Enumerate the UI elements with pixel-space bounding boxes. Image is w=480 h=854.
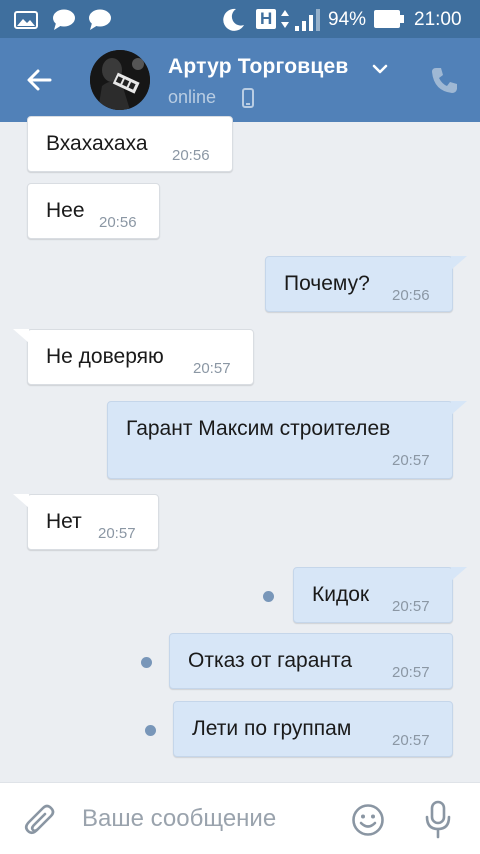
message-time: 20:57 xyxy=(98,525,136,542)
message-input[interactable] xyxy=(82,803,332,835)
mobile-device-icon xyxy=(242,88,254,113)
network-letter: H xyxy=(260,9,273,28)
microphone-icon[interactable] xyxy=(425,800,451,845)
avatar[interactable] xyxy=(90,50,150,110)
message-time: 20:57 xyxy=(193,360,231,377)
outgoing-message[interactable]: Гарант Максим строителев 20:57 xyxy=(107,401,467,479)
outgoing-message[interactable]: Кидок 20:57 xyxy=(293,567,467,623)
unread-indicator xyxy=(263,591,274,602)
message-composer xyxy=(0,782,480,854)
chat-bubble-icon xyxy=(52,9,76,36)
clock: 21:00 xyxy=(414,9,462,30)
message-text: Почему? xyxy=(284,272,370,295)
signal-icon xyxy=(294,8,322,37)
phone-icon xyxy=(432,68,457,93)
contact-name[interactable]: Артур Торговцев xyxy=(168,55,348,79)
message-time: 20:57 xyxy=(392,452,430,469)
message-time: 20:57 xyxy=(392,598,430,615)
unread-indicator xyxy=(141,657,152,668)
message-text: Нет xyxy=(46,510,82,533)
paperclip-icon[interactable] xyxy=(24,803,58,844)
call-button[interactable] xyxy=(428,64,460,96)
data-arrows-icon xyxy=(280,9,290,34)
battery-percent: 94% xyxy=(328,9,367,30)
message-time: 20:57 xyxy=(392,664,430,681)
moon-icon xyxy=(220,7,246,38)
incoming-message[interactable]: Не доверяю 20:57 xyxy=(13,329,254,385)
outgoing-message[interactable]: Отказ от гаранта 20:57 xyxy=(169,633,453,689)
message-text: Вхахахаха xyxy=(46,132,148,155)
status-bar: H 94% 21:00 xyxy=(0,0,480,38)
back-button[interactable] xyxy=(20,60,60,100)
back-arrow-icon xyxy=(27,69,52,91)
incoming-message[interactable]: Нет 20:57 xyxy=(13,494,159,550)
chat-bubble-icon xyxy=(88,9,112,36)
unread-indicator xyxy=(145,725,156,736)
message-text: Гарант Максим строителев xyxy=(126,417,391,440)
gallery-icon xyxy=(14,11,38,34)
incoming-message[interactable]: Вхахахаха 20:56 xyxy=(27,116,233,172)
chevron-down-icon[interactable] xyxy=(372,62,388,80)
message-text: Нее xyxy=(46,199,85,222)
message-time: 20:57 xyxy=(392,732,430,749)
message-time: 20:56 xyxy=(172,147,210,164)
emoji-icon[interactable] xyxy=(351,803,385,842)
chat-header: Артур Торговцев online xyxy=(0,38,480,122)
battery-icon xyxy=(374,10,404,33)
message-time: 20:56 xyxy=(392,287,430,304)
message-text: Отказ от гаранта xyxy=(188,649,353,672)
message-text: Лети по группам xyxy=(192,717,352,740)
outgoing-message[interactable]: Лети по группам 20:57 xyxy=(173,701,453,757)
message-text: Кидок xyxy=(312,583,370,606)
outgoing-message[interactable]: Почему? 20:56 xyxy=(265,256,467,312)
contact-status: online xyxy=(168,87,217,107)
incoming-message[interactable]: Нее 20:56 xyxy=(27,183,160,239)
message-text: Не доверяю xyxy=(46,345,164,368)
message-time: 20:56 xyxy=(99,214,137,231)
